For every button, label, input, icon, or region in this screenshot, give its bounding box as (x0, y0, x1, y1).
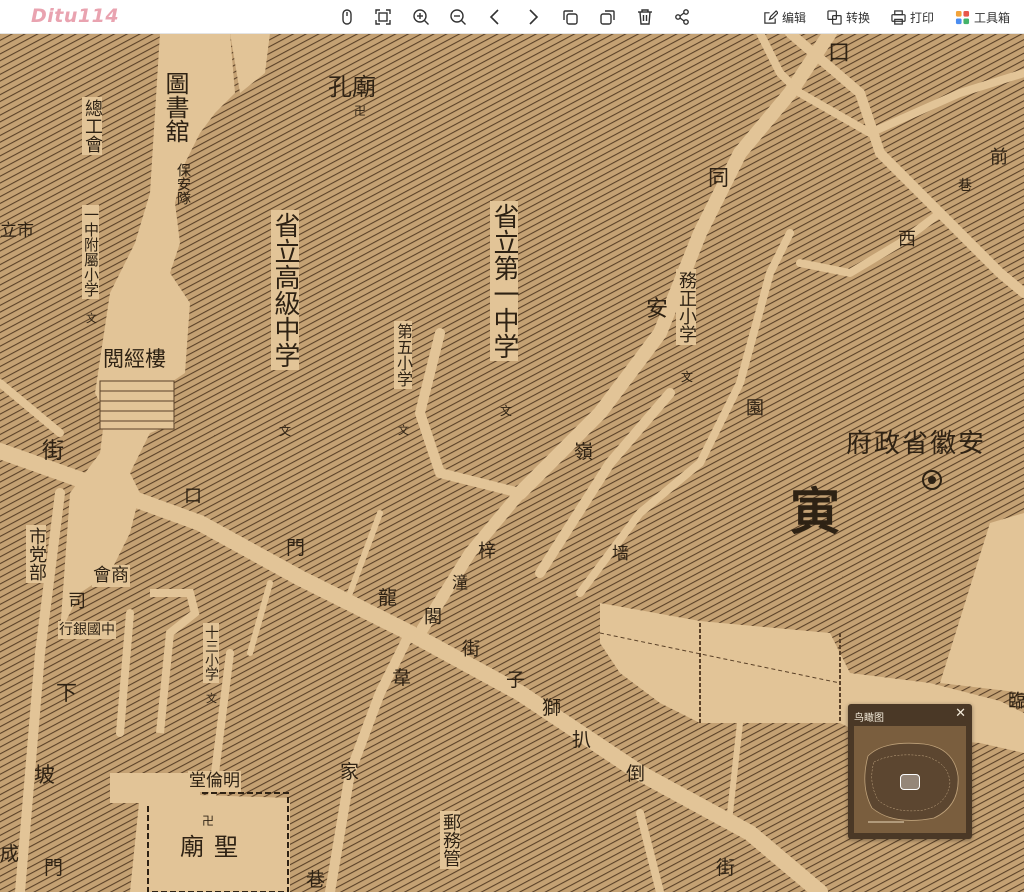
provincial-high-school-label: 省立高級中学 (270, 210, 300, 370)
convert-button[interactable]: 转换 (827, 6, 870, 28)
brick-gate (99, 380, 175, 430)
temple-symbol: 卍 (354, 104, 367, 118)
next-icon[interactable] (522, 6, 544, 28)
bank-label: 中國銀行 (58, 621, 116, 639)
zi-label: 子 (506, 669, 526, 691)
fifth-primary-label: 第五小学 (394, 321, 413, 389)
jie-label-3: 街 (716, 857, 736, 879)
wen-label-5: 文 (681, 370, 694, 384)
overview-title: 鸟瞰图 (854, 713, 884, 724)
toolbox-icon (955, 10, 970, 24)
xia-label: 下 (56, 681, 77, 705)
affiliated-primary-label: 一中附屬小学 (82, 205, 100, 299)
print-button[interactable]: 打印 (891, 6, 934, 28)
men2-label: 門 (44, 857, 64, 879)
wen-label-1: 文 (279, 424, 292, 438)
ba-label: 扒 (572, 729, 592, 751)
prev-icon[interactable] (484, 6, 506, 28)
kou-label-1: 口 (184, 486, 202, 507)
po-label: 坡 (34, 763, 55, 787)
tong2-label: 潼 (452, 573, 469, 592)
jia-label: 家 (340, 761, 360, 783)
wen-label-3: 文 (398, 424, 409, 437)
lin-label: 臨 (1008, 691, 1024, 712)
zoom-out-icon[interactable] (447, 6, 469, 28)
mouse-icon[interactable] (336, 6, 358, 28)
copy-icon[interactable] (559, 6, 581, 28)
edit-icon (764, 9, 778, 24)
delete-icon[interactable] (634, 6, 656, 28)
wuzheng-primary-label: 務正小学 (676, 269, 697, 345)
convert-label: 转换 (846, 10, 871, 25)
miao-label: 廟 (180, 833, 204, 861)
ge-label: 閣 (424, 607, 442, 628)
union-label: 總工會 (82, 97, 103, 155)
zoom-in-icon[interactable] (410, 6, 432, 28)
dao-label: 倒 (626, 763, 646, 785)
overview-panel[interactable]: 鸟瞰图 ✕ (848, 704, 972, 839)
security-team-label: 保安隊 (175, 163, 191, 205)
close-icon[interactable]: ✕ (955, 706, 966, 721)
edit-label: 编辑 (782, 10, 807, 25)
yuejing-building-label: 閲經樓 (102, 347, 167, 372)
wen-label-4: 文 (86, 312, 97, 325)
overview-viewport[interactable] (900, 774, 920, 790)
print-icon (891, 9, 906, 25)
library-label: 圖書舘 (161, 69, 189, 145)
convert-icon (827, 9, 842, 25)
wei-label: 韋 (392, 667, 412, 689)
fullscreen-icon[interactable] (372, 6, 394, 28)
qian-label: 前 (990, 147, 1008, 168)
an-label: 安 (646, 297, 669, 322)
yuan-label: 園 (746, 398, 764, 419)
post-office-label: 郵務管 (440, 811, 461, 869)
thirteenth-primary-label: 十三小学 (203, 623, 219, 683)
minglun-hall-label: 明倫堂 (188, 771, 241, 792)
ling-label: 嶺 (574, 441, 594, 463)
zhi-label: 梓 (478, 541, 496, 562)
provincial-government-label: 安徽省政府 (846, 429, 987, 459)
qiang-label: 墙 (612, 544, 629, 564)
xi-label: 西 (898, 229, 916, 250)
overview-minimap[interactable] (854, 726, 966, 833)
first-middle-school-label: 省立第一中学 (489, 201, 519, 361)
company-label: 司 (68, 591, 86, 612)
share-icon[interactable] (671, 6, 693, 28)
jie-label-1: 街 (42, 439, 65, 464)
top-toolbar: Ditu114 编辑 转换 打印 工具箱 (0, 0, 1024, 34)
xiang-label-2: 巷 (306, 869, 326, 891)
wen-label-2: 文 (500, 404, 513, 418)
paste-icon[interactable] (597, 6, 619, 28)
toolbox-label: 工具箱 (974, 10, 1011, 25)
cheng-label: 成 (0, 843, 20, 865)
confucius-temple-label: 孔廟 (328, 73, 376, 101)
print-label: 打印 (910, 10, 935, 25)
edit-button[interactable]: 编辑 (763, 6, 806, 28)
men-label: 門 (286, 537, 306, 559)
xiang-label-1: 巷 (958, 178, 972, 194)
shi-label: 獅 (542, 697, 562, 719)
wen-label-6: 文 (206, 692, 217, 705)
logo[interactable]: Ditu114 (31, 5, 119, 27)
sheng-label: 聖 (214, 833, 238, 861)
jie-label-2: 街 (462, 639, 480, 660)
stamp-label: 寅 (790, 482, 840, 541)
temple-symbol-2: 卍 (202, 814, 215, 828)
long-label: 龍 (378, 587, 398, 609)
city-party-label: 市党部 (26, 525, 47, 583)
city-left-label: 立市 (0, 221, 34, 241)
tong-label: 同 (708, 166, 729, 190)
toolbox-button[interactable]: 工具箱 (955, 6, 1010, 28)
shanghui-label: 商會 (92, 565, 130, 587)
kou-label-top: 口 (828, 41, 851, 66)
